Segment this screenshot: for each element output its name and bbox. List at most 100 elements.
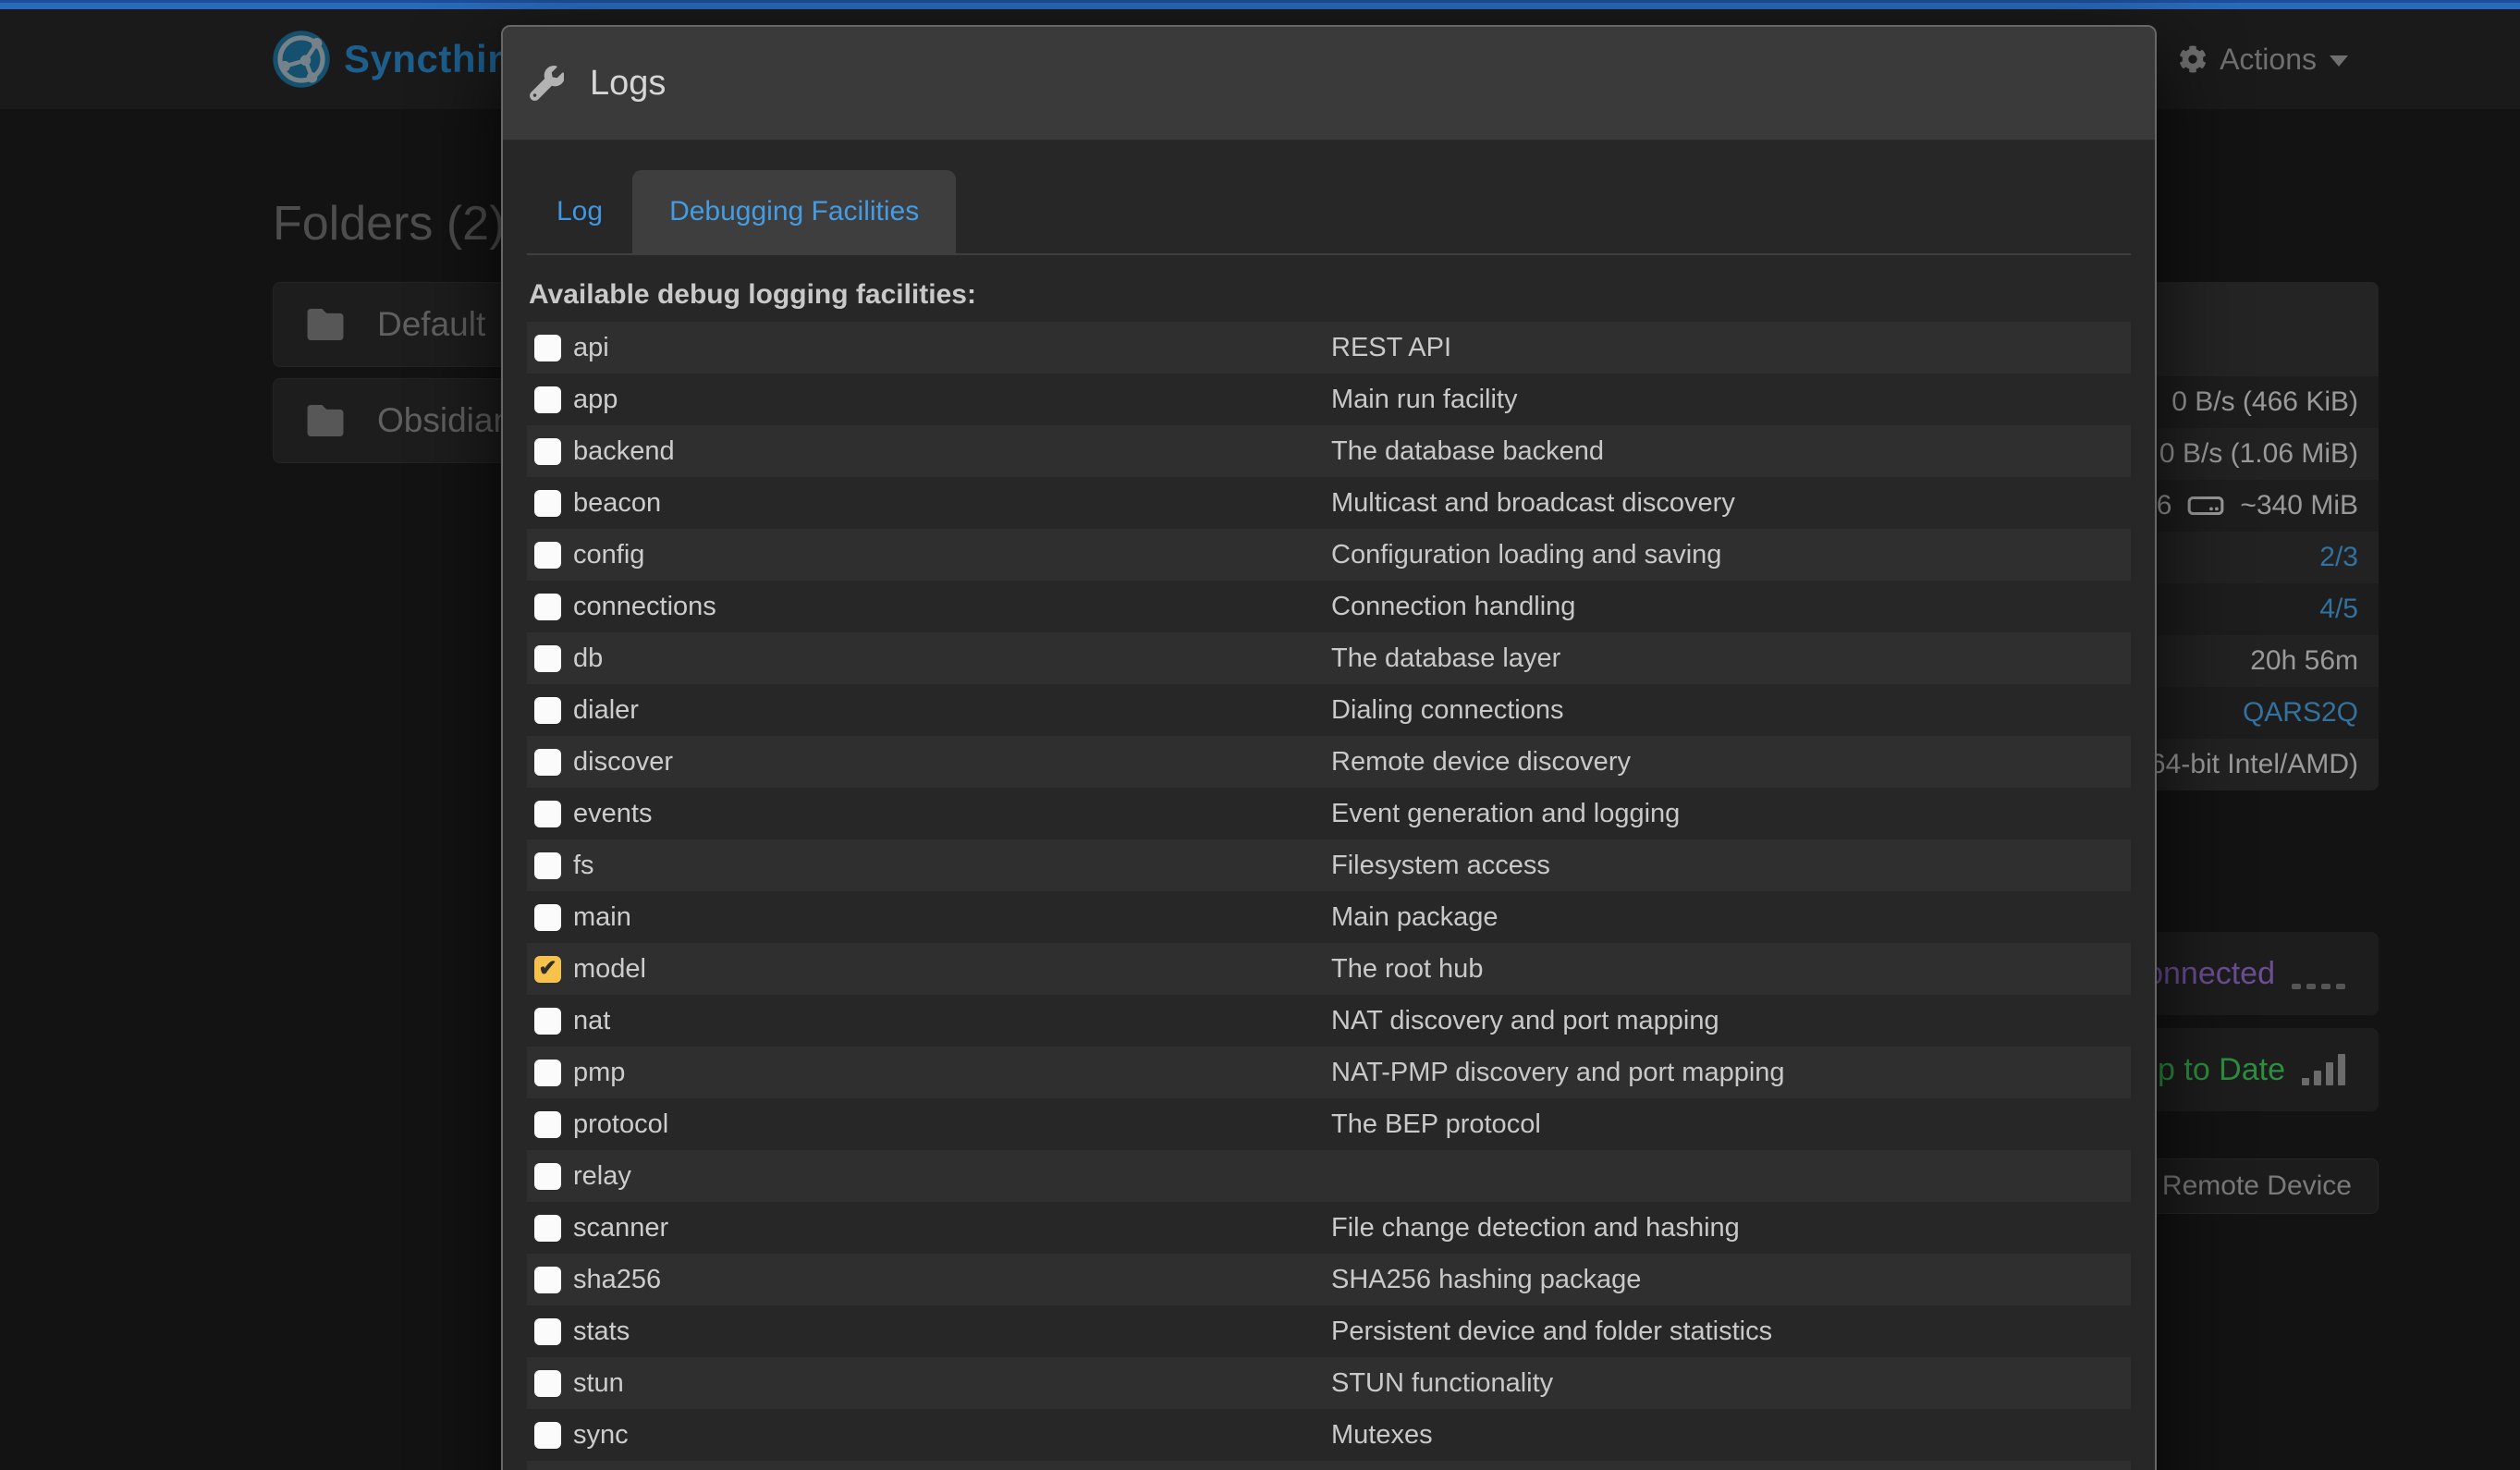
facility-name: stun <box>573 1368 624 1399</box>
folder-icon <box>307 405 344 436</box>
facility-checkbox[interactable] <box>534 1111 561 1138</box>
facility-checkbox[interactable] <box>534 697 561 724</box>
facility-description: Multicast and broadcast discovery <box>1331 488 1735 518</box>
gear-icon <box>2179 45 2207 73</box>
facility-description: Mutexes <box>1331 1420 1433 1450</box>
logs-modal: Logs Log Debugging Facilities Available … <box>501 25 2157 1470</box>
facility-row: config Configuration loading and saving <box>527 529 2131 581</box>
facility-name: relay <box>573 1161 631 1192</box>
local-state-value: 6 ~340 MiB <box>2157 490 2358 521</box>
facility-name: main <box>573 902 631 933</box>
facility-row: fs Filesystem access <box>527 839 2131 891</box>
facility-checkbox[interactable] <box>534 490 561 517</box>
facility-name: sha256 <box>573 1265 661 1295</box>
facility-row: scanner File change detection and hashin… <box>527 1202 2131 1254</box>
facility-name: db <box>573 643 603 674</box>
facility-description: Configuration loading and saving <box>1331 540 1721 570</box>
facility-description: REST API <box>1331 333 1451 362</box>
facility-checkbox[interactable] <box>534 1422 561 1449</box>
facility-row: protocol The BEP protocol <box>527 1098 2131 1150</box>
facility-row: app Main run facility <box>527 374 2131 425</box>
facility-description: The BEP protocol <box>1331 1109 1541 1139</box>
facility-description: Main run facility <box>1331 385 1517 414</box>
hard-drive-icon <box>2186 490 2225 521</box>
facility-description: Dialing connections <box>1331 695 1563 725</box>
facility-name: pmp <box>573 1058 625 1088</box>
folder-name: Default <box>377 305 485 344</box>
facility-checkbox[interactable] <box>534 1163 561 1190</box>
tab-log[interactable]: Log <box>527 170 632 253</box>
actions-menu[interactable]: Actions <box>2179 9 2348 109</box>
facility-description: The root hub <box>1331 954 1483 984</box>
facility-checkbox[interactable] <box>534 542 561 569</box>
table-row-filler <box>527 1461 2131 1470</box>
facility-name: discover <box>573 747 673 778</box>
wrench-icon <box>529 66 564 101</box>
facility-name: config <box>573 540 644 570</box>
listeners-link[interactable]: 2/3 <box>2319 542 2358 573</box>
brand[interactable]: Syncthing <box>272 30 536 89</box>
facility-description: SHA256 hashing package <box>1331 1265 1641 1294</box>
device-id-link[interactable]: QARS2Q <box>2243 697 2358 729</box>
facility-row: stun STUN functionality <box>527 1357 2131 1409</box>
facility-row: nat NAT discovery and port mapping <box>527 995 2131 1047</box>
facility-checkbox[interactable] <box>534 1267 561 1293</box>
facility-checkbox[interactable] <box>534 1318 561 1345</box>
logs-modal-header: Logs <box>503 27 2155 141</box>
facility-row: connections Connection handling <box>527 581 2131 632</box>
facility-description: File change detection and hashing <box>1331 1213 1740 1243</box>
facility-checkbox[interactable] <box>534 594 561 620</box>
facility-description: Event generation and logging <box>1331 799 1680 828</box>
facility-row: api REST API <box>527 322 2131 374</box>
facility-row: pmp NAT-PMP discovery and port mapping <box>527 1047 2131 1098</box>
facility-description: STUN functionality <box>1331 1368 1553 1398</box>
signal-bars-icon <box>2302 1054 2345 1085</box>
facility-name: connections <box>573 592 716 622</box>
facility-row: discover Remote device discovery <box>527 736 2131 788</box>
facility-name: backend <box>573 436 675 467</box>
version-value: (64-bit Intel/AMD) <box>2141 749 2358 780</box>
facility-checkbox[interactable] <box>534 852 561 879</box>
facility-name: stats <box>573 1317 630 1347</box>
facility-row: sync Mutexes <box>527 1409 2131 1461</box>
facility-checkbox[interactable] <box>534 801 561 827</box>
chevron-down-icon <box>2330 55 2348 67</box>
facility-checkbox[interactable] <box>534 1060 561 1086</box>
facility-row: backend The database backend <box>527 425 2131 477</box>
folders-heading: Folders (2) <box>273 196 505 251</box>
facility-checkbox[interactable] <box>534 1008 561 1035</box>
modal-title: Logs <box>590 64 666 104</box>
tab-debugging-facilities[interactable]: Debugging Facilities <box>632 170 956 253</box>
facility-row: dialer Dialing connections <box>527 684 2131 736</box>
download-rate-value: 0 B/s (466 KiB) <box>2171 386 2358 418</box>
facility-row: ✔ model The root hub <box>527 943 2131 995</box>
facility-name: beacon <box>573 488 661 519</box>
discovery-link[interactable]: 4/5 <box>2319 594 2358 625</box>
facility-checkbox[interactable] <box>534 749 561 776</box>
facility-description: Filesystem access <box>1331 851 1550 880</box>
facility-name: fs <box>573 851 594 881</box>
facility-checkbox[interactable] <box>534 386 561 413</box>
facility-name: model <box>573 954 646 985</box>
facility-description: Connection handling <box>1331 592 1575 621</box>
facility-checkbox[interactable] <box>534 904 561 931</box>
actions-label: Actions <box>2220 43 2317 77</box>
syncthing-logo-icon <box>272 30 331 89</box>
facility-name: api <box>573 333 609 363</box>
logs-modal-body: Log Debugging Facilities Available debug… <box>503 170 2155 1470</box>
upload-rate-value: 0 B/s (1.06 MiB) <box>2159 438 2358 470</box>
facility-description: Main package <box>1331 902 1499 932</box>
facility-name: app <box>573 385 618 415</box>
facility-checkbox[interactable] <box>534 645 561 672</box>
facility-description: The database backend <box>1331 436 1604 466</box>
facility-checkbox[interactable]: ✔ <box>534 956 561 983</box>
facility-checkbox[interactable] <box>534 438 561 465</box>
facility-checkbox[interactable] <box>534 335 561 361</box>
facility-row: db The database layer <box>527 632 2131 684</box>
syncthing-app: { "topbar": { "brand": "Syncthing", "act… <box>0 0 2520 1470</box>
facility-row: main Main package <box>527 891 2131 943</box>
facility-checkbox[interactable] <box>534 1370 561 1397</box>
facility-name: events <box>573 799 652 829</box>
facility-name: nat <box>573 1006 610 1036</box>
facility-checkbox[interactable] <box>534 1215 561 1242</box>
